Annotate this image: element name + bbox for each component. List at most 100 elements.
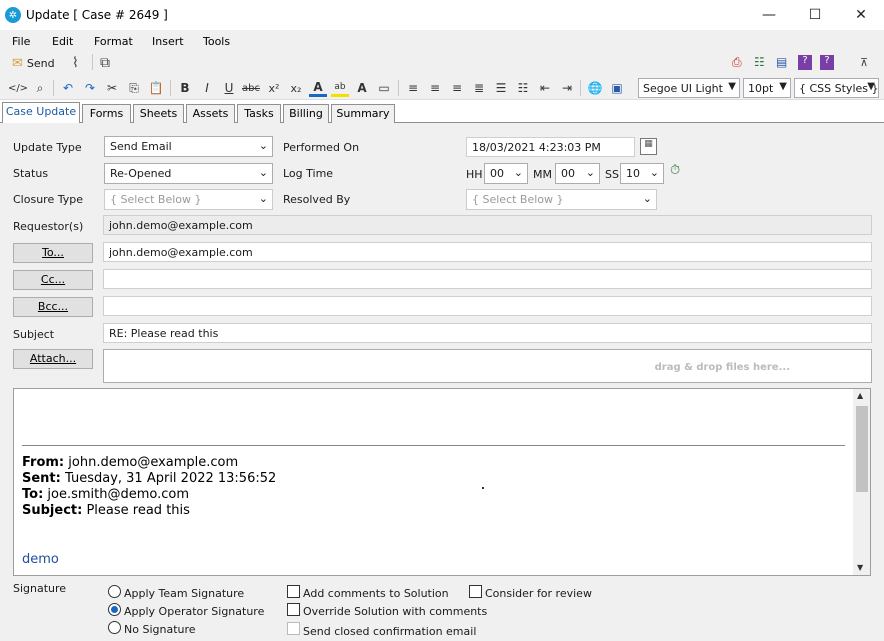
body-text: demo <box>22 552 59 567</box>
subject-label-quoted: Subject: <box>22 503 83 518</box>
bcc-field[interactable] <box>103 296 872 316</box>
chevron-down-icon: ⌄ <box>642 192 652 205</box>
cut-icon[interactable]: ✂ <box>103 79 121 97</box>
operator-signature-radio[interactable] <box>108 603 121 616</box>
minutes-select[interactable]: 00 ⌄ <box>555 163 600 184</box>
bullet-list-icon[interactable]: ☰ <box>492 79 510 97</box>
timer-icon[interactable]: ⏱ <box>670 163 680 178</box>
paperclip-icon[interactable]: ⌇ <box>72 55 79 71</box>
chevron-down-icon: ⌄ <box>513 166 523 179</box>
hours-select[interactable]: 00 ⌄ <box>484 163 528 184</box>
tab-billing[interactable]: Billing <box>283 104 329 123</box>
copy-to-icon[interactable]: ⧉ <box>100 55 110 71</box>
quote-divider <box>22 445 845 446</box>
redo-icon[interactable]: ↷ <box>81 79 99 97</box>
menu-file[interactable]: File <box>12 35 30 48</box>
align-left-icon[interactable]: ≡ <box>404 79 422 97</box>
chevron-down-icon: ⌄ <box>585 166 595 179</box>
subject-value: Please read this <box>86 503 190 518</box>
team-signature-radio[interactable] <box>108 585 121 598</box>
signature-label: Signature <box>13 582 67 595</box>
align-right-icon[interactable]: ≡ <box>448 79 466 97</box>
send-button[interactable]: ✉ Send <box>12 56 55 71</box>
no-signature-radio[interactable] <box>108 621 121 634</box>
cc-button[interactable]: Cc... <box>13 270 93 290</box>
css-styles-select[interactable]: { CSS Styles } ▼ <box>794 78 879 98</box>
tab-case-update[interactable]: Case Update <box>2 102 80 124</box>
italic-icon[interactable]: I <box>198 79 216 97</box>
scroll-up-icon[interactable]: ▲ <box>857 391 863 400</box>
font-name-select[interactable]: Segoe UI Light ▼ <box>638 78 740 98</box>
copy-icon[interactable]: ⎘ <box>125 79 143 97</box>
font-size-select[interactable]: 10pt ▼ <box>743 78 791 98</box>
undo-icon[interactable]: ↶ <box>59 79 77 97</box>
tab-sheets[interactable]: Sheets <box>133 104 184 123</box>
resolved-by-select[interactable]: { Select Below } ⌄ <box>466 189 657 210</box>
toolbar-separator <box>92 54 93 70</box>
preview-icon[interactable]: ⌕ <box>31 79 49 97</box>
subject-field[interactable]: RE: Please read this <box>103 323 872 343</box>
menu-format[interactable]: Format <box>94 35 133 48</box>
to-button[interactable]: To... <box>13 243 93 263</box>
collapse-toolbar-icon[interactable]: ⊼ <box>860 56 868 69</box>
strikethrough-icon[interactable]: abc <box>242 79 260 97</box>
tab-summary[interactable]: Summary <box>331 104 395 123</box>
window-title: Update [ Case # 2649 ] <box>26 8 168 22</box>
kb-search-icon[interactable]: ? <box>798 55 812 70</box>
justify-icon[interactable]: ≣ <box>470 79 488 97</box>
menu-tools[interactable]: Tools <box>203 35 230 48</box>
subscript-icon[interactable]: x₂ <box>287 79 305 97</box>
sent-label: Sent: <box>22 471 61 486</box>
subject-label: Subject <box>13 328 55 341</box>
consider-review-label: Consider for review <box>485 587 592 600</box>
tab-tasks[interactable]: Tasks <box>237 104 281 123</box>
scroll-down-icon[interactable]: ▼ <box>857 563 863 572</box>
form-icon[interactable]: ▤ <box>776 55 787 69</box>
underline-icon[interactable]: U <box>220 79 238 97</box>
font-color-icon[interactable]: A <box>309 79 327 97</box>
bcc-button[interactable]: Bcc... <box>13 297 93 317</box>
seconds-select[interactable]: 10 ⌄ <box>620 163 664 184</box>
horizontal-rule-icon[interactable]: ▭ <box>375 79 393 97</box>
pdf-icon[interactable]: ⎙ <box>732 55 742 70</box>
override-solution-checkbox[interactable] <box>287 603 300 616</box>
paste-icon[interactable]: 📋 <box>147 79 165 97</box>
outdent-icon[interactable]: ⇤ <box>536 79 554 97</box>
consider-review-checkbox[interactable] <box>469 585 482 598</box>
link-icon[interactable]: 🌐 <box>586 79 604 97</box>
tab-assets[interactable]: Assets <box>186 104 235 123</box>
to-field[interactable]: john.demo@example.com <box>103 242 872 262</box>
send-closed-email-checkbox[interactable] <box>287 622 300 635</box>
cc-field[interactable] <box>103 269 872 289</box>
calendar-icon[interactable]: ▦ <box>640 138 657 155</box>
menu-insert[interactable]: Insert <box>152 35 184 48</box>
bold-icon[interactable]: B <box>176 79 194 97</box>
performed-on-field[interactable]: 18/03/2021 4:23:03 PM <box>466 137 635 157</box>
menu-edit[interactable]: Edit <box>52 35 73 48</box>
closure-type-select[interactable]: { Select Below } ⌄ <box>104 189 273 210</box>
superscript-icon[interactable]: x² <box>265 79 283 97</box>
minutes-value: 00 <box>561 167 575 180</box>
update-type-select[interactable]: Send Email ⌄ <box>104 136 273 157</box>
kb-help-icon[interactable]: ? <box>820 55 834 70</box>
align-center-icon[interactable]: ≡ <box>426 79 444 97</box>
status-select[interactable]: Re-Opened ⌄ <box>104 163 273 184</box>
no-signature-label: No Signature <box>124 623 196 636</box>
maximize-button[interactable]: ☐ <box>792 0 838 30</box>
from-label: From: <box>22 455 65 470</box>
tab-forms[interactable]: Forms <box>82 104 131 123</box>
scrollbar-thumb[interactable] <box>856 406 868 492</box>
minimize-button[interactable]: — <box>746 0 792 30</box>
attach-button[interactable]: Attach... <box>13 349 93 369</box>
numbered-list-icon[interactable]: ☷ <box>514 79 532 97</box>
people-icon[interactable]: ☷ <box>754 55 765 69</box>
override-solution-label: Override Solution with comments <box>303 605 488 618</box>
font-size-icon[interactable]: A <box>353 79 371 97</box>
add-comments-checkbox[interactable] <box>287 585 300 598</box>
quoted-to-line: To: joe.smith@demo.com <box>22 487 189 502</box>
highlight-icon[interactable]: ab <box>331 79 349 97</box>
image-icon[interactable]: ▣ <box>608 79 626 97</box>
close-button[interactable]: ✕ <box>838 0 884 30</box>
indent-icon[interactable]: ⇥ <box>558 79 576 97</box>
source-code-icon[interactable]: </> <box>8 79 28 97</box>
